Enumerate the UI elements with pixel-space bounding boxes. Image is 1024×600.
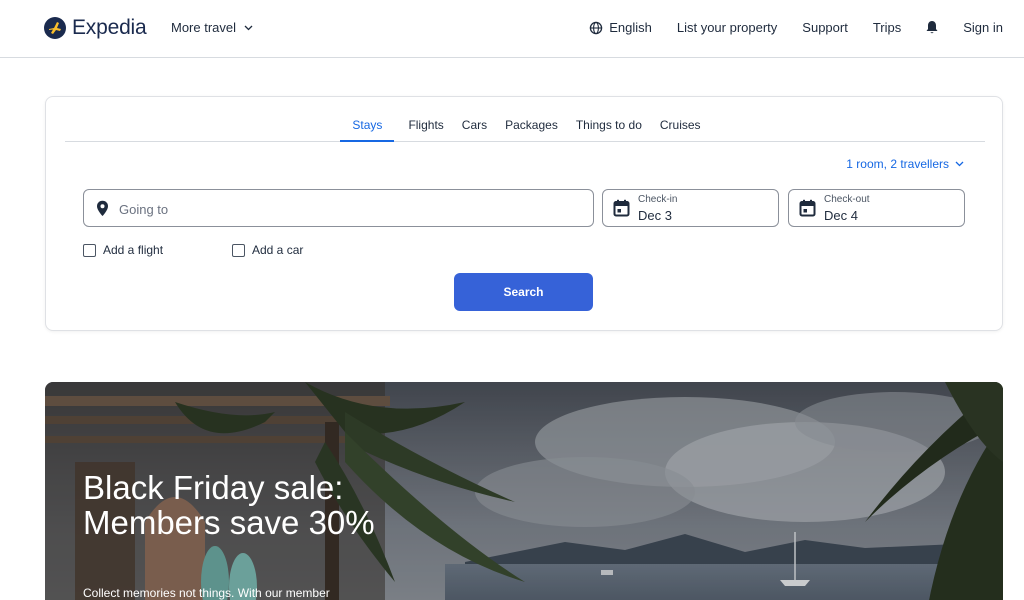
search-tabs: Stays Flights Cars Packages Things to do… — [65, 111, 985, 142]
calendar-icon — [799, 199, 816, 217]
search-card: Stays Flights Cars Packages Things to do… — [45, 96, 1003, 331]
travellers-label: 1 room, 2 travellers — [846, 157, 949, 171]
more-travel-label: More travel — [171, 20, 237, 35]
add-flight-label: Add a flight — [103, 243, 164, 257]
tab-things-to-do[interactable]: Things to do — [576, 111, 642, 142]
sign-in-label: Sign in — [963, 20, 1003, 35]
globe-icon — [589, 21, 603, 34]
check-in-label: Check-in — [638, 194, 678, 205]
plane-logo-icon — [44, 17, 66, 39]
banner-subtitle: Collect memories not things. With our me… — [83, 586, 330, 600]
language-selector[interactable]: English — [589, 20, 652, 35]
language-label: English — [609, 20, 652, 35]
check-in-value: Dec 3 — [638, 208, 672, 223]
list-property-link[interactable]: List your property — [677, 20, 777, 35]
check-out-label: Check-out — [824, 194, 870, 205]
list-property-label: List your property — [676, 20, 778, 35]
tab-stays[interactable]: Stays — [340, 111, 395, 142]
brand-name: Expedia — [72, 16, 147, 39]
location-pin-icon — [97, 200, 108, 216]
tab-packages[interactable]: Packages — [505, 111, 558, 142]
check-out-field[interactable]: Check-out Dec 4 — [788, 189, 965, 227]
calendar-icon — [613, 199, 630, 217]
check-in-field[interactable]: Check-in Dec 3 — [602, 189, 779, 227]
trips-link[interactable]: Trips — [873, 20, 901, 35]
add-flight-checkbox[interactable]: Add a flight — [83, 243, 163, 257]
going-to-placeholder: Going to — [119, 202, 169, 217]
top-header: Expedia More travel English List your pr… — [0, 0, 1024, 58]
search-button[interactable]: Search — [454, 273, 593, 311]
sign-in-link[interactable]: Sign in — [963, 20, 1003, 35]
bell-icon — [926, 21, 938, 34]
chevron-down-icon — [955, 161, 964, 167]
tab-cars[interactable]: Cars — [462, 111, 487, 142]
tab-cruises[interactable]: Cruises — [660, 111, 701, 142]
going-to-field[interactable]: Going to — [83, 189, 594, 227]
add-car-label: Add a car — [252, 243, 304, 257]
checkbox-box[interactable] — [232, 243, 245, 257]
check-out-value: Dec 4 — [824, 208, 858, 223]
trips-label: Trips — [872, 20, 902, 35]
support-link[interactable]: Support — [802, 20, 848, 35]
add-car-checkbox[interactable]: Add a car — [232, 243, 303, 257]
banner-title: Black Friday sale: Members save 30% — [83, 469, 375, 541]
support-label: Support — [802, 20, 848, 35]
more-travel-menu[interactable]: More travel — [171, 20, 253, 35]
checkbox-box[interactable] — [83, 243, 96, 257]
expedia-logo[interactable]: Expedia — [44, 16, 147, 40]
chevron-down-icon — [244, 25, 253, 30]
header-nav: English List your property Support Trips… — [589, 20, 1003, 35]
travellers-selector[interactable]: 1 room, 2 travellers — [846, 157, 964, 171]
black-friday-banner[interactable]: Black Friday sale: Members save 30% Coll… — [45, 382, 1003, 600]
tab-flights[interactable]: Flights — [408, 111, 443, 142]
notifications-button[interactable] — [925, 20, 939, 35]
